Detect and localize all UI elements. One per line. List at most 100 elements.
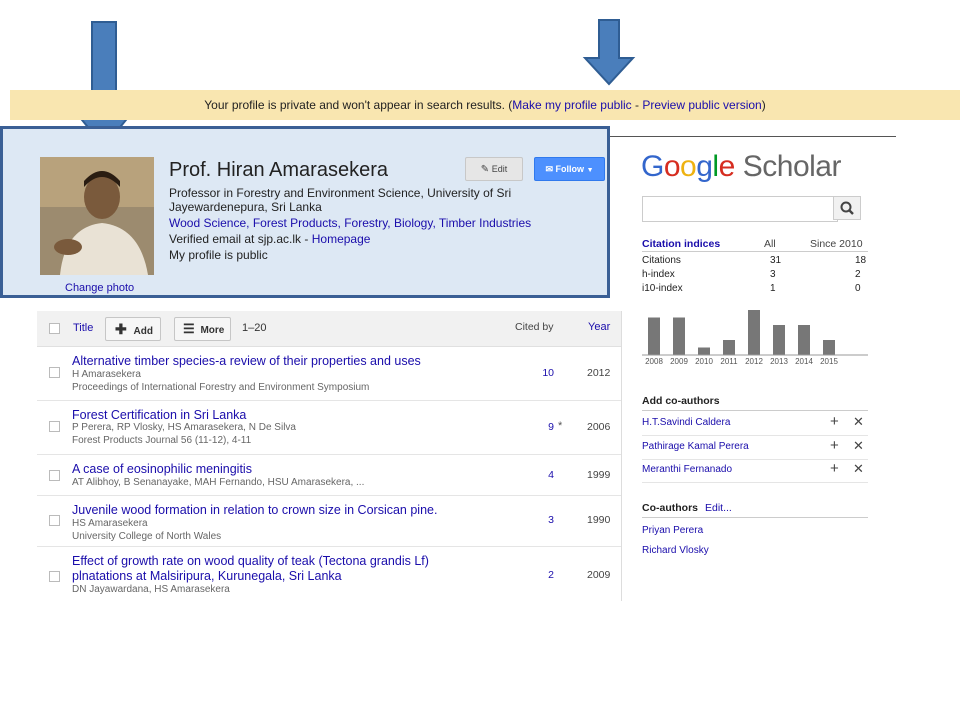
add-button-label: Add (133, 326, 153, 337)
paper-year: 2012 (587, 367, 611, 379)
add-coauthor-icon[interactable]: + (830, 460, 839, 477)
paper-year: 2006 (587, 421, 611, 433)
indices-divider (642, 251, 868, 252)
envelope-icon: ✉ (545, 164, 554, 174)
add-button[interactable]: ✚ Add (105, 317, 161, 341)
verified-email: Verified email at sjp.ac.lk - Homepage (169, 232, 370, 246)
sort-year-header[interactable]: Year (588, 321, 610, 333)
search-icon (840, 201, 854, 215)
edit-coauthors-link[interactable]: Edit... (705, 502, 732, 514)
profile-photo (40, 157, 154, 275)
scholar-wordmark: Scholar (742, 150, 842, 183)
paper-year: 1990 (587, 514, 611, 526)
row-checkbox[interactable] (49, 515, 60, 526)
chart-bar-2013[interactable] (773, 325, 785, 355)
paper-authors: H Amarasekera (72, 369, 141, 380)
paper-title[interactable]: Effect of growth rate on wood quality of… (72, 554, 452, 584)
homepage-link[interactable]: Homepage (312, 232, 371, 246)
logo-letter-g: G (641, 150, 664, 183)
more-button-label: More (200, 325, 225, 336)
suggested-coauthor-name[interactable]: H.T.Savindi Caldera (642, 417, 730, 428)
chart-bar-2012[interactable] (748, 310, 760, 355)
add-coauthors-header: Add co-authors (642, 395, 720, 407)
table-row: Alternative timber species-a review of t… (37, 347, 621, 401)
profile-public-status: My profile is public (169, 248, 268, 262)
cited-by-count[interactable]: 2 (532, 569, 554, 581)
logo-letter-g2: g (696, 150, 713, 183)
index-label: Citations (642, 255, 681, 266)
coauthors-divider (642, 517, 868, 518)
index-all-value: 3 (770, 269, 776, 280)
add-coauthor-icon[interactable]: + (830, 437, 839, 454)
coauthor-link[interactable]: Priyan Perera (642, 525, 703, 536)
chart-year-label: 2012 (745, 357, 763, 366)
sort-cited-by-header[interactable]: Cited by (515, 321, 554, 333)
edit-profile-button[interactable]: ✎ Edit (465, 157, 523, 181)
paper-title[interactable]: Alternative timber species-a review of t… (72, 354, 452, 369)
chart-bar-2009[interactable] (673, 317, 685, 356)
index-label: i10-index (642, 283, 683, 294)
plus-icon: ✚ (115, 321, 127, 337)
index-since-value: 2 (855, 269, 861, 280)
coauthor-link[interactable]: Richard Vlosky (642, 545, 709, 556)
suggested-coauthor-name[interactable]: Meranthi Fernanado (642, 464, 732, 475)
follow-button[interactable]: ✉ Follow ▼ (534, 157, 605, 181)
paper-year: 2009 (587, 569, 611, 581)
add-coauthor-icon[interactable]: + (830, 413, 839, 430)
chart-year-label: 2013 (770, 357, 788, 366)
row-checkbox[interactable] (49, 421, 60, 432)
row-checkbox[interactable] (49, 470, 60, 481)
chart-bar-2008[interactable] (648, 317, 660, 356)
citation-indices-header[interactable]: Citation indices (642, 238, 720, 250)
search-button[interactable] (833, 196, 861, 220)
index-all-value: 1 (770, 283, 776, 294)
sort-title-header[interactable]: Title (73, 322, 93, 334)
chart-year-label: 2009 (670, 357, 688, 366)
suggested-coauthor-name[interactable]: Pathirage Kamal Perera (642, 441, 749, 452)
more-button[interactable]: ☰ More (174, 317, 231, 341)
add-coauthors-divider (642, 410, 868, 411)
edit-button-label: Edit (491, 164, 508, 174)
table-row: A case of eosinophilic meningitis AT Ali… (37, 455, 621, 496)
chart-bar-2011[interactable] (723, 340, 735, 355)
chart-bar-2014[interactable] (798, 325, 810, 355)
index-since-value: 0 (855, 283, 861, 294)
col-since-header: Since 2010 (810, 238, 863, 250)
google-wordmark: Google (641, 150, 735, 183)
cited-by-count[interactable]: 4 (532, 469, 554, 481)
page-range: 1–20 (242, 322, 267, 334)
paper-venue: Proceedings of International Forestry an… (72, 382, 370, 393)
preview-public-link[interactable]: Preview public version (642, 98, 761, 112)
row-checkbox[interactable] (49, 571, 60, 582)
publications-table: Title ✚ Add ☰ More 1–20 Cited by Year Al… (37, 311, 622, 601)
dismiss-icon[interactable]: ✕ (853, 438, 864, 454)
select-all-checkbox[interactable] (49, 323, 60, 334)
citations-per-year-chart: 2008 2009 2010 2011 2012 2013 2014 2015 (642, 310, 868, 366)
search-input[interactable] (642, 196, 838, 222)
cited-by-count[interactable]: 3 (532, 514, 554, 526)
profile-header: Change photo Prof. Hiran Amarasekera Pro… (0, 126, 610, 298)
pencil-icon: ✎ (480, 164, 490, 175)
paper-authors: HS Amarasekera (72, 518, 148, 529)
paper-title[interactable]: A case of eosinophilic meningitis (72, 462, 452, 477)
suggested-coauthor-item: Pathirage Kamal Perera + ✕ (642, 436, 868, 460)
paper-title[interactable]: Forest Certification in Sri Lanka (72, 408, 452, 423)
banner-text: Your profile is private and won't appear… (204, 98, 505, 112)
dismiss-icon[interactable]: ✕ (853, 414, 864, 430)
cited-by-count[interactable]: 10 (532, 367, 554, 379)
google-scholar-logo[interactable]: Google Scholar (641, 150, 841, 184)
logo-letter-o2: o (680, 150, 697, 183)
chart-bar-2010[interactable] (698, 347, 710, 356)
dismiss-icon[interactable]: ✕ (853, 461, 864, 477)
chart-year-label: 2010 (695, 357, 713, 366)
row-checkbox[interactable] (49, 367, 60, 378)
change-photo-link[interactable]: Change photo (65, 282, 134, 294)
chart-year-label: 2008 (645, 357, 663, 366)
verified-email-text: Verified email at sjp.ac.lk - (169, 232, 312, 246)
paper-title[interactable]: Juvenile wood formation in relation to c… (72, 503, 472, 518)
cited-by-count[interactable]: 9 (532, 421, 554, 433)
chart-bar-2015[interactable] (823, 340, 835, 355)
make-public-link[interactable]: Make my profile public (512, 98, 631, 112)
profile-interests[interactable]: Wood Science, Forest Products, Forestry,… (169, 216, 531, 230)
index-since-value: 18 (855, 255, 867, 266)
